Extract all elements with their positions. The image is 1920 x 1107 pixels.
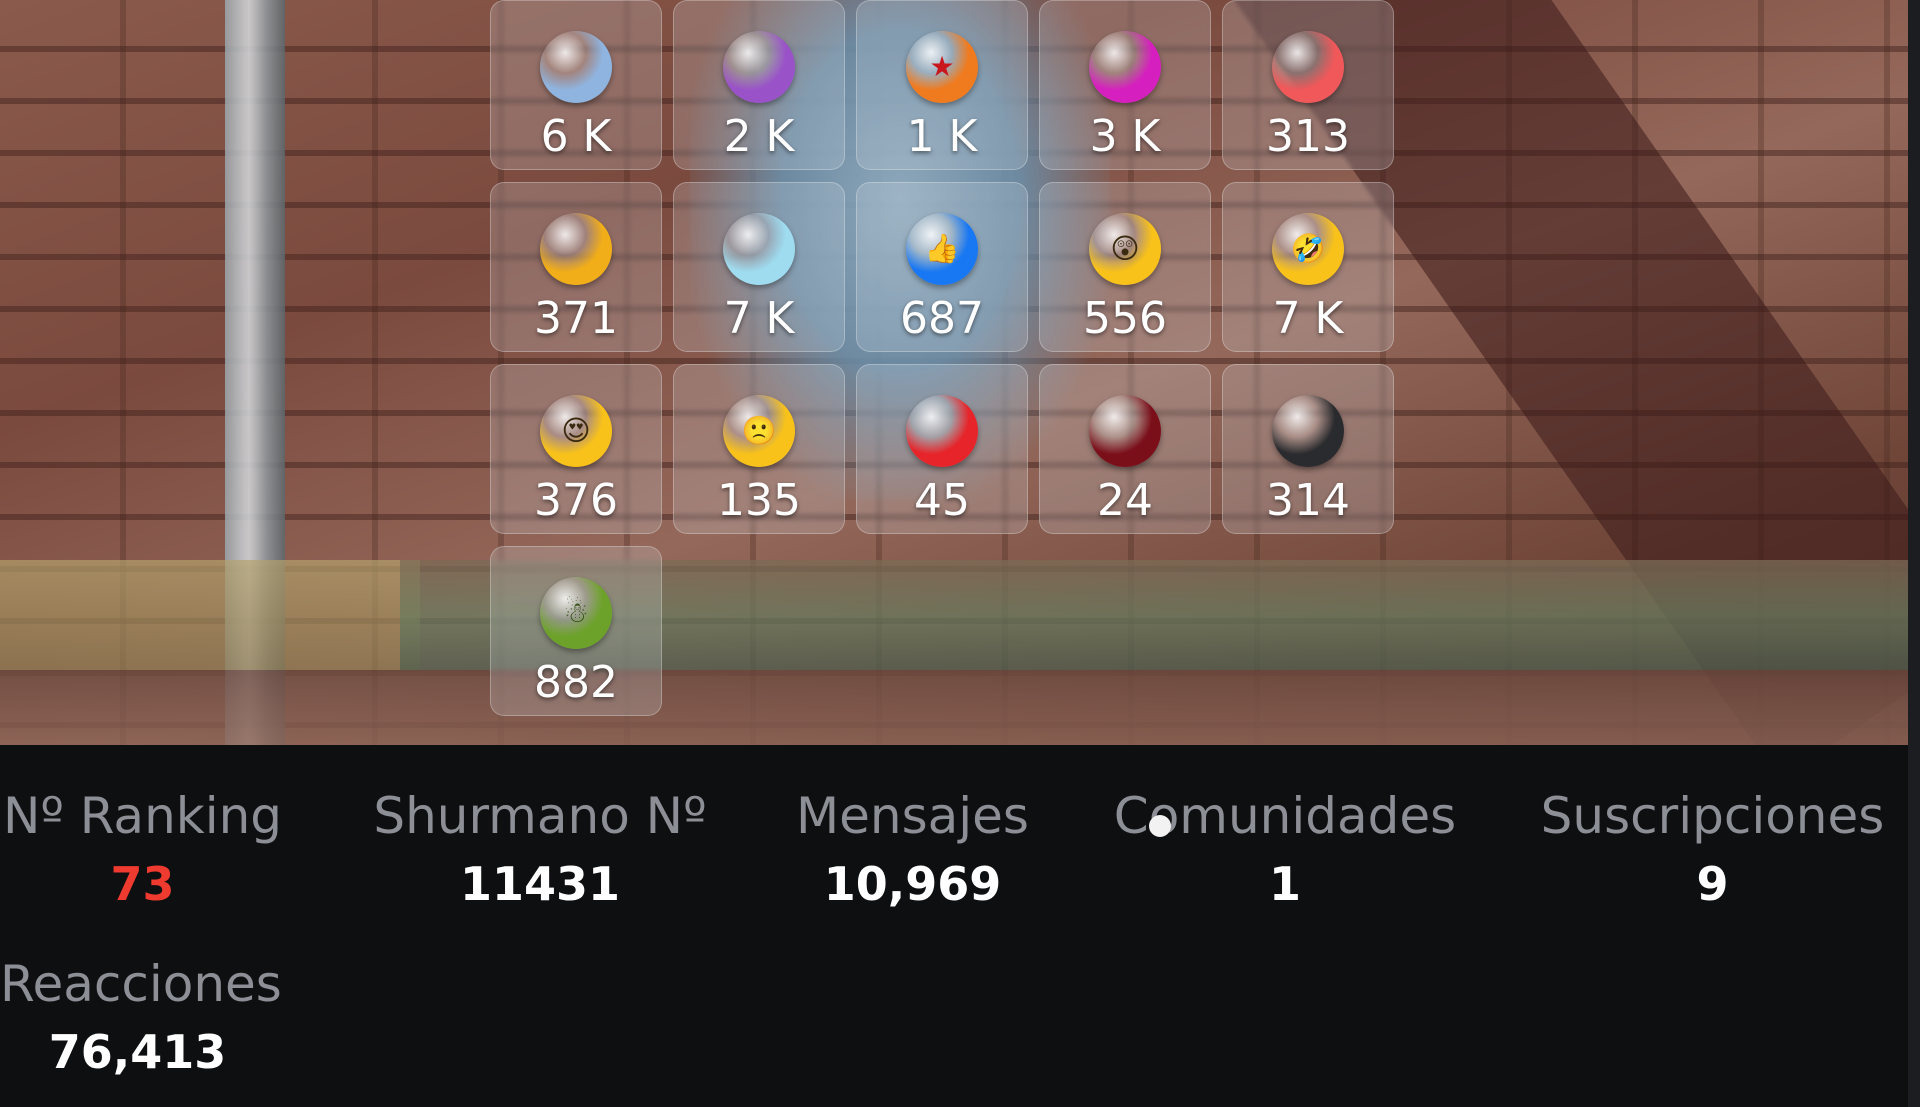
profile-stats-panel: Nº Ranking 73 Shurmano Nº 11431 Mensajes… — [0, 745, 1908, 1107]
diamond-red-icon — [906, 395, 978, 467]
diamond-purple-icon — [723, 31, 795, 103]
stat-reacciones-label: Reacciones — [0, 955, 282, 1013]
dragon-ball-glyph: ★ — [929, 50, 955, 83]
reaction-count: 314 — [1266, 475, 1350, 526]
stat-mensajes-value: 10,969 — [823, 857, 1002, 911]
reaction-tile[interactable]: 314 — [1222, 364, 1394, 534]
reaction-tile[interactable]: 🙁 135 — [673, 364, 845, 534]
photo-ledge-left — [0, 560, 420, 670]
reaction-tile[interactable]: 3 K — [1039, 0, 1211, 170]
grinch-santa-icon: ☃ — [540, 577, 612, 649]
reaction-tile[interactable]: 2 K — [673, 0, 845, 170]
reaction-tile[interactable]: 😍 376 — [490, 364, 662, 534]
stat-shurmano-value: 11431 — [459, 857, 621, 911]
reaction-tile[interactable]: 45 — [856, 364, 1028, 534]
reaction-grid: 6 K 2 K ★ 1 K 3 K 313 371 7 K 👍 687 😲 556 🤣 7 K 😍 376 🙁 1… — [490, 0, 1395, 720]
reaction-count: 556 — [1083, 293, 1167, 344]
heart-eyes-face-glyph: 😍 — [561, 414, 591, 447]
stat-mensajes-label: Mensajes — [796, 787, 1029, 845]
sad-face-icon: 🙁 — [723, 395, 795, 467]
reaction-count: 2 K — [723, 111, 795, 162]
thumbs-up-icon: 👍 — [906, 213, 978, 285]
stat-comunidades-value: 1 — [1268, 857, 1301, 911]
surprised-face-glyph: 😲 — [1110, 232, 1140, 265]
stat-shurmano: Shurmano Nº 11431 — [370, 787, 710, 911]
stat-reacciones-value: 76,413 — [48, 1025, 227, 1079]
stat-shurmano-label: Shurmano Nº — [373, 787, 707, 845]
reaction-tile[interactable]: 👍 687 — [856, 182, 1028, 352]
rolling-laughing-face-glyph: 🤣 — [1290, 232, 1326, 265]
stat-ranking-value: 73 — [110, 857, 175, 911]
heart-eyes-face-icon: 😍 — [540, 395, 612, 467]
stat-suscripciones: Suscripciones 9 — [1535, 787, 1890, 911]
stat-ranking-label: Nº Ranking — [2, 787, 283, 845]
diamond-blue-icon — [540, 31, 612, 103]
reaction-tile[interactable]: 6 K — [490, 0, 662, 170]
reaction-tile[interactable]: 🤣 7 K — [1222, 182, 1394, 352]
diamond-magenta-icon — [1089, 31, 1161, 103]
cursor-pointer — [1149, 815, 1171, 837]
reaction-count: 882 — [534, 657, 618, 708]
reaction-count: 7 K — [723, 293, 795, 344]
stat-suscripciones-label: Suscripciones — [1540, 787, 1885, 845]
reaction-tile[interactable]: 7 K — [673, 182, 845, 352]
surprised-face-icon: 😲 — [1089, 213, 1161, 285]
reaction-count: 313 — [1266, 111, 1350, 162]
reaction-count: 7 K — [1272, 293, 1344, 344]
dragon-ball-icon: ★ — [906, 31, 978, 103]
stat-reacciones: Reacciones 76,413 — [0, 955, 282, 1079]
reaction-count: 135 — [717, 475, 801, 526]
reaction-count: 1 K — [906, 111, 978, 162]
rolling-laughing-face-icon: 🤣 — [1272, 213, 1344, 285]
diamond-dark-red-icon — [1089, 395, 1161, 467]
reaction-tile[interactable]: ★ 1 K — [856, 0, 1028, 170]
diamond-coral-icon — [1272, 31, 1344, 103]
reaction-tile[interactable]: ☃ 882 — [490, 546, 662, 716]
reaction-tile[interactable]: 371 — [490, 182, 662, 352]
diamond-gold-icon — [540, 213, 612, 285]
scrollbar-track[interactable] — [1908, 0, 1920, 1107]
reaction-count: 376 — [534, 475, 618, 526]
grinch-santa-glyph: ☃ — [563, 596, 589, 629]
stat-comunidades: Comunidades 1 — [1110, 787, 1460, 911]
reaction-count: 45 — [914, 475, 970, 526]
sad-face-glyph: 🙁 — [741, 414, 777, 447]
stat-suscripciones-value: 9 — [1696, 857, 1729, 911]
diamond-black-icon — [1272, 395, 1344, 467]
reaction-count: 371 — [534, 293, 618, 344]
diamond-crystal-icon — [723, 213, 795, 285]
reaction-count: 6 K — [540, 111, 612, 162]
reaction-count: 3 K — [1089, 111, 1161, 162]
stat-mensajes: Mensajes 10,969 — [790, 787, 1035, 911]
reaction-tile[interactable]: 313 — [1222, 0, 1394, 170]
reaction-count: 24 — [1097, 475, 1153, 526]
stat-ranking: Nº Ranking 73 — [0, 787, 285, 911]
thumbs-up-glyph: 👍 — [924, 232, 960, 265]
reaction-tile[interactable]: 😲 556 — [1039, 182, 1211, 352]
reaction-count: 687 — [900, 293, 984, 344]
reaction-tile[interactable]: 24 — [1039, 364, 1211, 534]
